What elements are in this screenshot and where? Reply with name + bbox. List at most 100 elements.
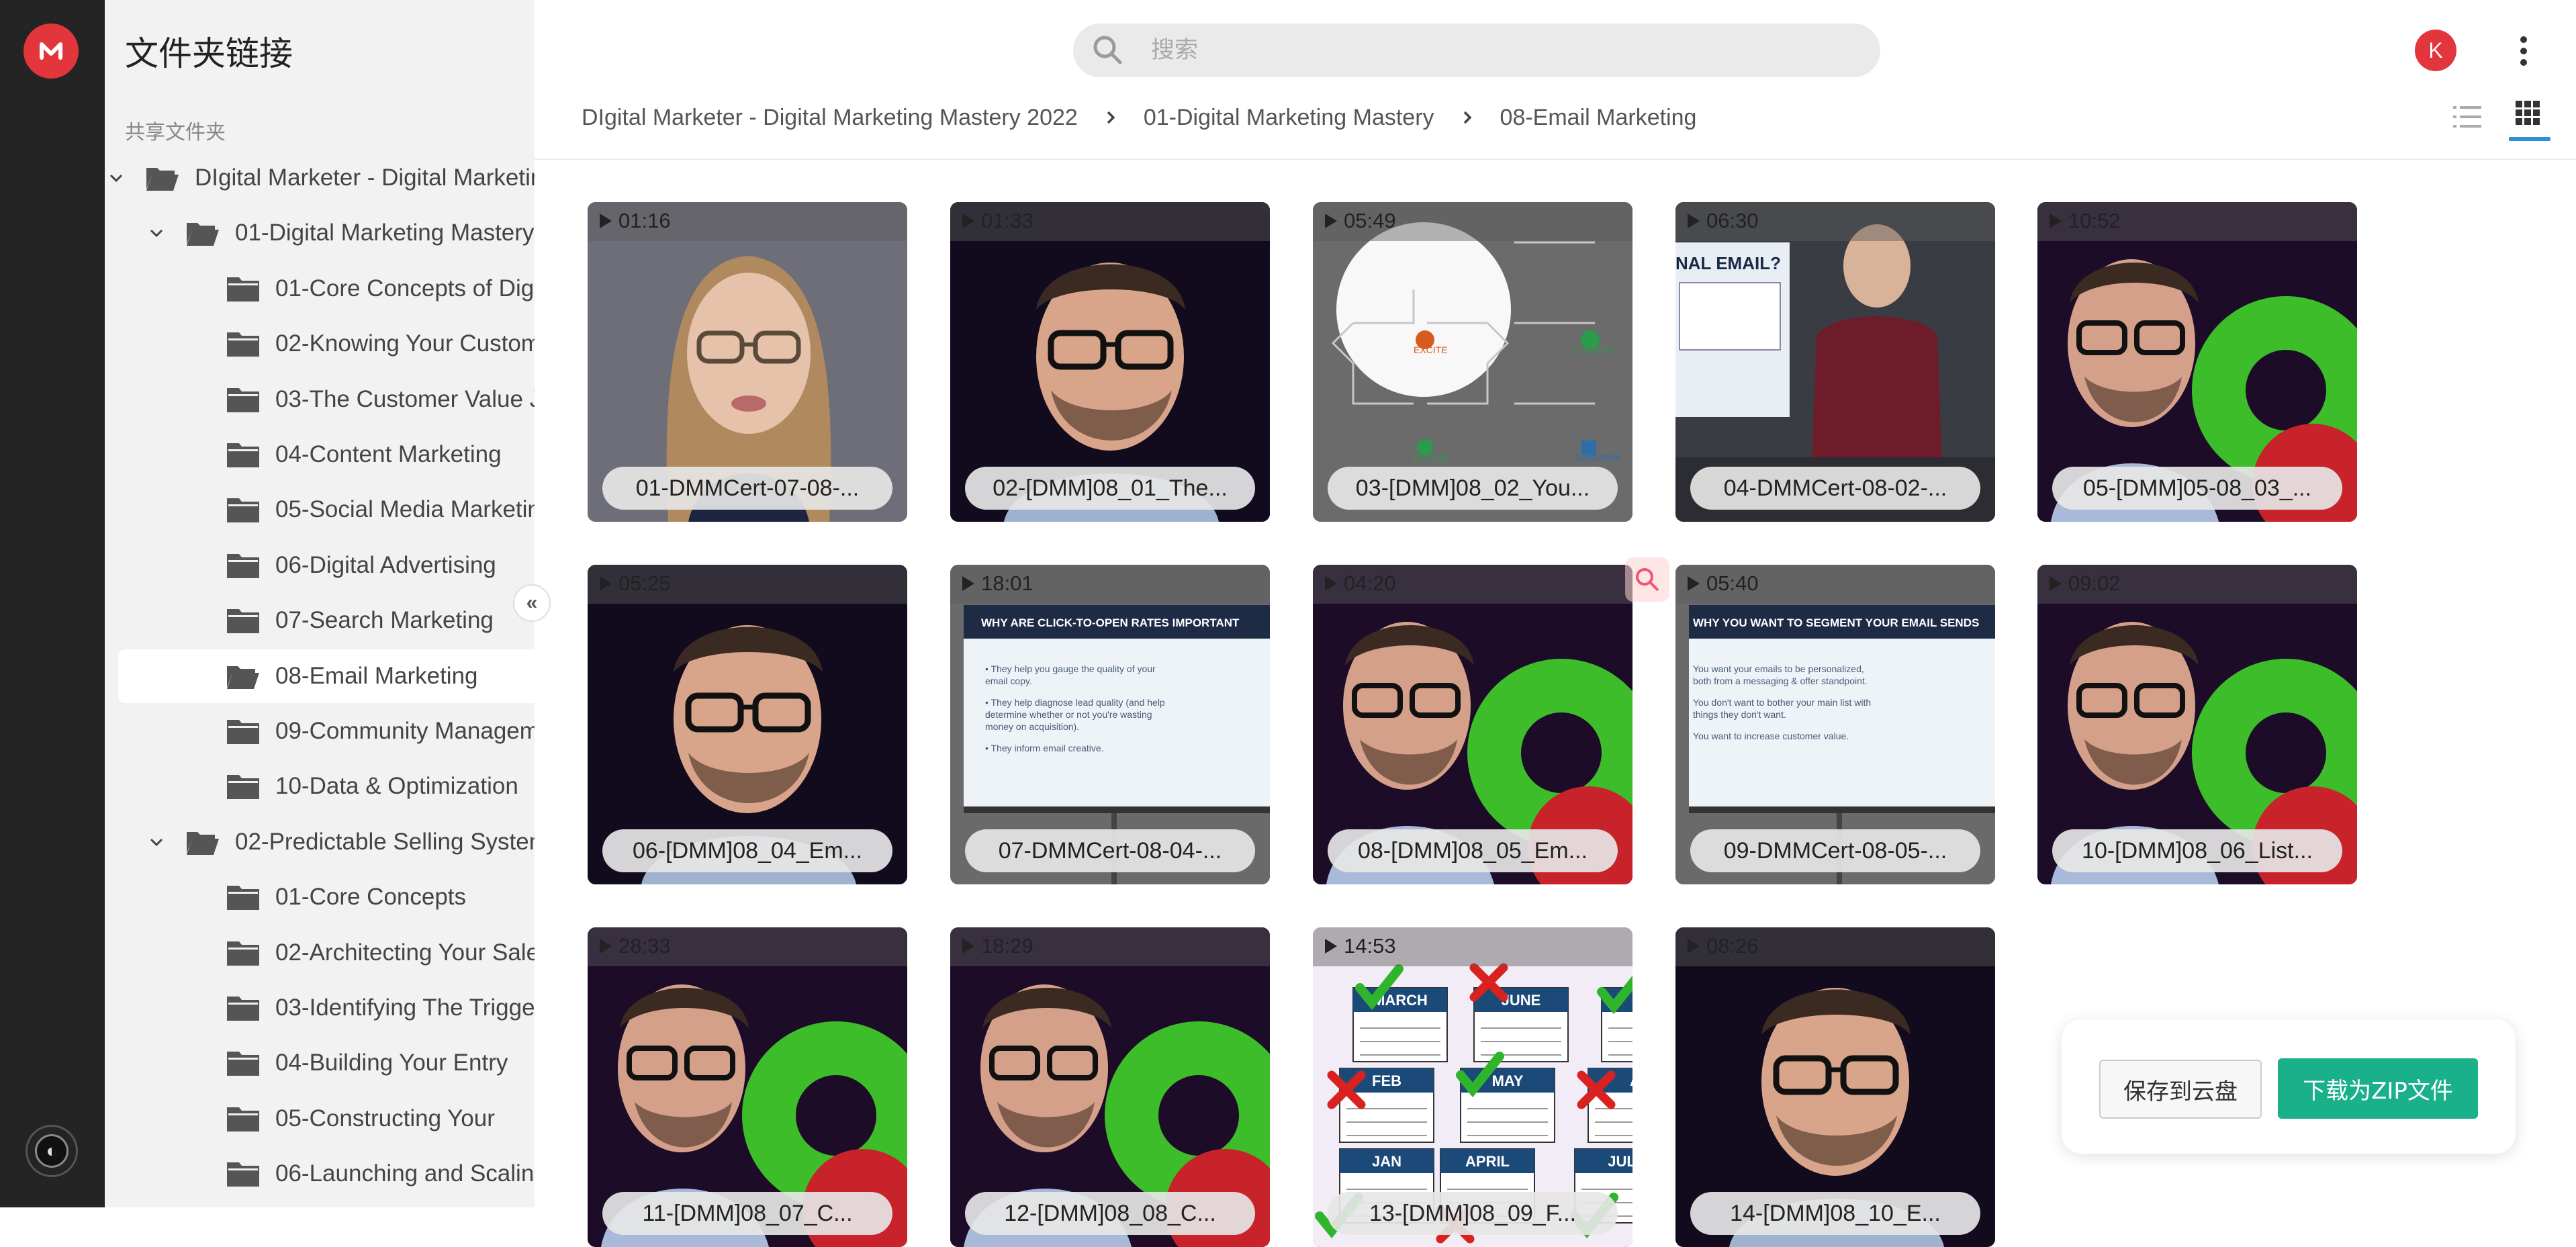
sidebar-item-label: 03-The Customer Value Journey bbox=[275, 385, 535, 412]
sidebar-item-13[interactable]: 02-Predictable Selling System bbox=[105, 815, 535, 869]
video-card[interactable]: MARCH JUNE FEB MAY JAN APRIL JUL 14:53 1… bbox=[1313, 927, 1632, 1247]
video-filename: 07-DMMCert-08-04-... bbox=[965, 829, 1255, 872]
collapse-sidebar-button[interactable]: « bbox=[513, 584, 551, 622]
search-bar[interactable] bbox=[1073, 24, 1880, 77]
video-card[interactable]: 09:02 10-[DMM]08_06_List... bbox=[2037, 565, 2357, 884]
save-to-cloud-button[interactable]: 保存到云盘 bbox=[2099, 1060, 2262, 1119]
svg-text:JAN: JAN bbox=[1372, 1153, 1401, 1170]
video-card[interactable]: 28:33 11-[DMM]08_07_C... bbox=[588, 927, 907, 1247]
sidebar-item-3[interactable]: 01-Core Concepts of Digital Marketing bbox=[105, 262, 535, 316]
video-card[interactable]: WHY YOU WANT TO SEGMENT YOUR EMAIL SENDS… bbox=[1675, 565, 1995, 884]
video-duration: 18:29 bbox=[961, 934, 1033, 958]
breadcrumb-item[interactable]: 08-Email Marketing bbox=[1500, 105, 1697, 131]
sidebar-item-16[interactable]: 03-Identifying The Triggers bbox=[105, 981, 535, 1035]
sidebar-item-7[interactable]: 05-Social Media Marketing bbox=[105, 483, 535, 537]
duration-text: 01:33 bbox=[981, 209, 1033, 232]
video-duration: 18:01 bbox=[961, 571, 1033, 596]
svg-text:determine whether or not you'r: determine whether or not you're wasting bbox=[985, 709, 1152, 720]
svg-text:A: A bbox=[1630, 1072, 1632, 1089]
app-rail: ◐ bbox=[0, 0, 105, 1207]
video-card[interactable]: 18:29 12-[DMM]08_08_C... bbox=[950, 927, 1270, 1247]
video-filename: 13-[DMM]08_09_F... bbox=[1328, 1192, 1618, 1235]
play-icon bbox=[1688, 576, 1700, 591]
video-card[interactable]: EXCITE CONVERT ENGAGE SUBSCRIBE 05:49 03-… bbox=[1313, 202, 1632, 522]
grid-view-button[interactable] bbox=[2509, 101, 2550, 141]
play-icon bbox=[1325, 214, 1337, 228]
video-card[interactable]: WHY ARE CLICK-TO-OPEN RATES IMPORTANT • … bbox=[950, 565, 1270, 884]
sidebar-item-17[interactable]: 04-Building Your Entry bbox=[105, 1036, 535, 1090]
duration-text: 01:16 bbox=[618, 209, 671, 232]
video-filename: 02-[DMM]08_01_The... bbox=[965, 467, 1255, 510]
video-card[interactable]: 10:52 05-[DMM]05-08_03_... bbox=[2037, 202, 2357, 522]
duration-text: 14:53 bbox=[1344, 934, 1396, 958]
search-input[interactable] bbox=[1151, 37, 1823, 64]
sidebar-item-label: 08-Email Marketing bbox=[275, 662, 478, 689]
sidebar-item-15[interactable]: 02-Architecting Your Sales bbox=[105, 926, 535, 980]
video-filename: 03-[DMM]08_02_You... bbox=[1328, 467, 1618, 510]
video-card[interactable]: 01:33 02-[DMM]08_01_The... bbox=[950, 202, 1270, 522]
more-menu-icon[interactable] bbox=[2510, 34, 2537, 68]
sidebar-item-6[interactable]: 04-Content Marketing bbox=[105, 428, 535, 481]
duration-text: 18:01 bbox=[981, 571, 1033, 595]
sidebar-item-2[interactable]: 01-Digital Marketing Mastery bbox=[105, 206, 535, 260]
video-card[interactable]: 04:20 08-[DMM]08_05_Em... bbox=[1313, 565, 1632, 884]
breadcrumb: DIgital Marketer - Digital Marketing Mas… bbox=[582, 101, 1696, 134]
sidebar-item-19[interactable]: 06-Launching and Scaling bbox=[105, 1147, 535, 1201]
mega-logo-icon[interactable] bbox=[24, 24, 79, 79]
video-filename: 10-[DMM]08_06_List... bbox=[2052, 829, 2342, 872]
play-icon bbox=[600, 939, 612, 954]
folder-icon bbox=[185, 828, 235, 856]
sidebar-section-label: 共享文件夹 bbox=[125, 121, 226, 144]
folder-icon bbox=[226, 662, 275, 690]
sidebar-item-label: 01-Core Concepts of Digital Marketing bbox=[275, 275, 535, 302]
floating-search-icon[interactable] bbox=[1625, 557, 1669, 602]
svg-text:both from a messaging & offer: both from a messaging & offer standpoint… bbox=[1693, 676, 1868, 686]
sidebar-item-label: 06-Launching and Scaling bbox=[275, 1160, 535, 1187]
chevron-down-icon[interactable] bbox=[146, 223, 167, 243]
folder-icon bbox=[226, 939, 275, 967]
folder-icon bbox=[226, 606, 275, 635]
svg-text:JUNE: JUNE bbox=[1502, 992, 1541, 1009]
video-filename: 08-[DMM]08_05_Em... bbox=[1328, 829, 1618, 872]
sidebar-item-8[interactable]: 06-Digital Advertising bbox=[105, 539, 535, 592]
sidebar-item-9[interactable]: 07-Search Marketing bbox=[105, 594, 535, 647]
svg-text:• They help diagnose lead qual: • They help diagnose lead quality (and h… bbox=[985, 697, 1165, 708]
video-duration: 08:26 bbox=[1686, 934, 1759, 958]
video-filename: 12-[DMM]08_08_C... bbox=[965, 1192, 1255, 1235]
search-icon bbox=[1093, 36, 1122, 64]
breadcrumb-item[interactable]: DIgital Marketer - Digital Marketing Mas… bbox=[582, 105, 1078, 131]
video-duration: 14:53 bbox=[1324, 934, 1396, 958]
sidebar-item-12[interactable]: 10-Data & Optimization bbox=[105, 759, 535, 813]
sidebar-item-10[interactable]: 08-Email Marketing bbox=[118, 649, 535, 703]
sidebar-item-4[interactable]: 02-Knowing Your Customer bbox=[105, 317, 535, 371]
folder-icon bbox=[226, 1105, 275, 1133]
video-duration: 04:20 bbox=[1324, 571, 1396, 596]
duration-text: 06:30 bbox=[1706, 209, 1759, 232]
video-card[interactable]: 08:26 14-[DMM]08_10_E... bbox=[1675, 927, 1995, 1247]
avatar[interactable]: K bbox=[2415, 30, 2456, 71]
video-card[interactable]: 05:25 06-[DMM]08_04_Em... bbox=[588, 565, 907, 884]
sidebar-item-18[interactable]: 05-Constructing Your bbox=[105, 1092, 535, 1146]
breadcrumb-item[interactable]: 01-Digital Marketing Mastery bbox=[1144, 105, 1434, 131]
duration-text: 05:49 bbox=[1344, 209, 1396, 232]
list-view-icon[interactable] bbox=[2453, 105, 2481, 129]
duration-text: 05:25 bbox=[618, 571, 671, 595]
video-card[interactable]: NAL EMAIL? 06:30 04-DMMCert-08-02-... bbox=[1675, 202, 1995, 522]
svg-text:WHY ARE CLICK-TO-OPEN RATES IM: WHY ARE CLICK-TO-OPEN RATES IMPORTANT bbox=[981, 616, 1240, 629]
sidebar-item-5[interactable]: 03-The Customer Value Journey bbox=[105, 373, 535, 426]
chevron-right-icon bbox=[1107, 111, 1115, 124]
video-card[interactable]: 01:16 01-DMMCert-07-08-... bbox=[588, 202, 907, 522]
sidebar-item-11[interactable]: 09-Community Management bbox=[105, 704, 535, 758]
duration-text: 04:20 bbox=[1344, 571, 1396, 595]
chevron-down-icon[interactable] bbox=[146, 832, 167, 852]
chevron-down-icon[interactable] bbox=[106, 168, 126, 188]
video-duration: 28:33 bbox=[598, 934, 671, 958]
duration-text: 09:02 bbox=[2068, 571, 2121, 595]
folder-icon bbox=[226, 1160, 275, 1188]
svg-text:money on acquisition).: money on acquisition). bbox=[985, 721, 1079, 732]
sidebar-item-14[interactable]: 01-Core Concepts bbox=[105, 870, 535, 924]
transfer-manager-icon[interactable]: ◐ bbox=[26, 1125, 78, 1177]
play-icon bbox=[962, 214, 974, 228]
sidebar-item-1[interactable]: DIgital Marketer - Digital Marketing Mas… bbox=[105, 151, 535, 205]
download-zip-button[interactable]: 下载为ZIP文件 bbox=[2278, 1058, 2478, 1119]
